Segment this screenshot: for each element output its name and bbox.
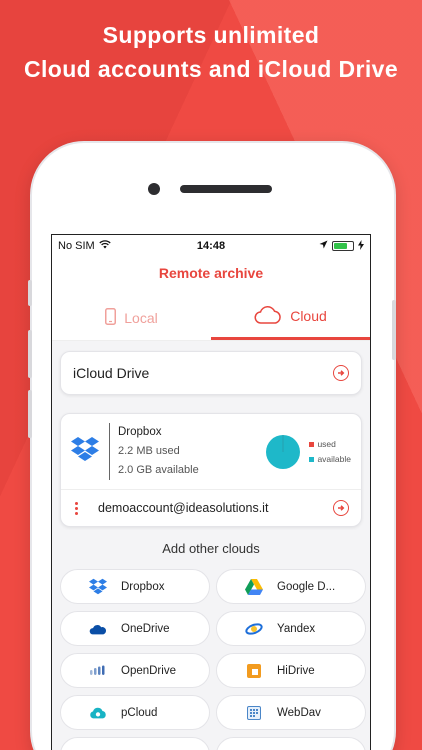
arrow-right-circle-icon[interactable] [333, 500, 349, 516]
dropbox-used: 2.2 MB used [118, 445, 180, 457]
more-options-icon[interactable] [75, 501, 78, 515]
page-title: Remote archive [158, 265, 264, 281]
add-onedrive-button[interactable]: OneDrive [60, 611, 210, 646]
power-button [392, 300, 396, 360]
phone-icon [105, 307, 117, 328]
add-google-drive-button[interactable]: Google D... [216, 569, 366, 604]
service-label: Google D... [277, 580, 336, 593]
service-label: Dropbox [121, 580, 165, 593]
add-opendrive-button[interactable]: OpenDrive [60, 653, 210, 688]
dropbox-account-card: Dropbox 2.2 MB used 2.0 GB available use… [60, 413, 362, 527]
onedrive-icon [89, 620, 107, 638]
promo-line-1: Supports unlimited [102, 22, 320, 48]
status-bar: No SIM 14:48 [52, 235, 370, 257]
battery-icon [332, 241, 354, 251]
yandex-icon [245, 620, 263, 638]
mute-switch [28, 280, 32, 306]
legend-swatch-available [309, 456, 315, 462]
service-label: HiDrive [277, 664, 315, 677]
add-other-clouds-title: Add other clouds [162, 541, 260, 556]
volume-down-button [28, 390, 32, 438]
service-label: OpenDrive [121, 664, 176, 677]
tab-cloud[interactable]: Cloud [211, 295, 370, 340]
service-label: pCloud [121, 706, 158, 719]
cloud-icon [254, 305, 282, 327]
dropbox-icon [89, 578, 107, 596]
add-pcloud-button[interactable]: pCloud [60, 695, 210, 730]
tab-cloud-label: Cloud [290, 308, 327, 324]
add-webdav-button[interactable]: WebDav [216, 695, 366, 730]
dropbox-name: Dropbox [118, 426, 162, 438]
storage-pie-chart [266, 434, 301, 469]
add-hidrive-button[interactable]: HiDrive [216, 653, 366, 688]
dropbox-account-email: demoaccount@ideasolutions.it [98, 501, 269, 515]
google-drive-icon [245, 578, 263, 596]
dropbox-account-row[interactable]: demoaccount@ideasolutions.it [61, 490, 361, 526]
add-more-button[interactable] [216, 737, 366, 750]
service-label: Yandex [277, 622, 316, 635]
tab-local-label: Local [124, 309, 158, 326]
opendrive-icon [89, 662, 107, 680]
cloud-services-grid: Dropbox Google D... OneDrive Yandex Open… [60, 569, 366, 750]
app-screen: No SIM 14:48 Remote archive Local Cloud … [51, 234, 371, 750]
pie-legend: used available [309, 437, 351, 467]
icloud-drive-label: iCloud Drive [73, 365, 150, 381]
dropbox-available: 2.0 GB available [118, 464, 199, 476]
speaker-grille [180, 185, 272, 193]
arrow-right-circle-icon[interactable] [333, 365, 349, 381]
add-yandex-button[interactable]: Yandex [216, 611, 366, 646]
dropbox-icon [71, 436, 99, 467]
promo-line-2: Cloud accounts and iCloud Drive [23, 56, 399, 82]
icloud-drive-row[interactable]: iCloud Drive [60, 351, 362, 395]
service-label: WebDav [277, 706, 321, 719]
legend-available: available [317, 453, 351, 464]
add-more-button[interactable] [60, 737, 210, 750]
pcloud-icon [89, 704, 107, 722]
dropbox-info: Dropbox 2.2 MB used 2.0 GB available [109, 423, 199, 480]
legend-used: used [317, 438, 336, 449]
tab-bar: Local Cloud [52, 295, 370, 341]
legend-swatch-used [309, 441, 315, 447]
webdav-icon [245, 704, 263, 722]
cloud-content: iCloud Drive Dropbox 2.2 MB used 2.0 GB … [52, 341, 370, 750]
tab-local[interactable]: Local [52, 295, 211, 340]
volume-up-button [28, 330, 32, 378]
hidrive-icon [245, 662, 263, 680]
clock: 14:48 [196, 240, 226, 252]
promo-headline: Supports unlimited Cloud accounts and iC… [0, 18, 422, 86]
add-dropbox-button[interactable]: Dropbox [60, 569, 210, 604]
camera-icon [148, 183, 160, 195]
service-label: OneDrive [121, 622, 170, 635]
